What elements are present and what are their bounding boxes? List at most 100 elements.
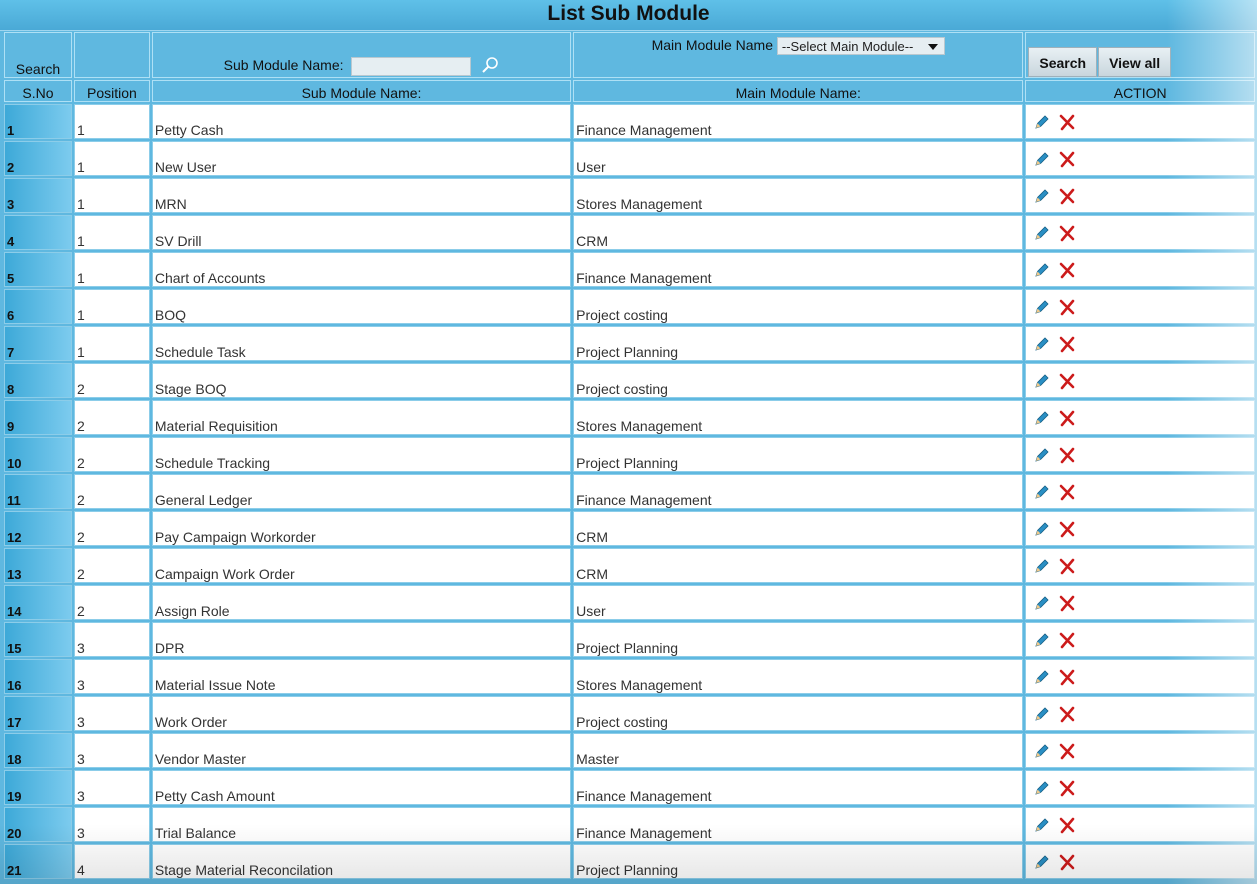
pencil-icon[interactable] xyxy=(1034,558,1050,577)
delete-x-icon[interactable] xyxy=(1058,705,1076,726)
delete-x-icon[interactable] xyxy=(1058,298,1076,319)
row-sno: 9 xyxy=(4,400,72,435)
delete-x-icon[interactable] xyxy=(1058,779,1076,800)
view-all-button[interactable]: View all xyxy=(1098,47,1172,77)
delete-x-icon[interactable] xyxy=(1058,446,1076,467)
delete-x-icon[interactable] xyxy=(1058,483,1076,504)
row-position: 2 xyxy=(73,548,150,583)
pencil-icon[interactable] xyxy=(1034,447,1050,466)
delete-x-icon[interactable] xyxy=(1058,853,1076,874)
delete-x-icon[interactable] xyxy=(1058,261,1076,282)
row-sub-module-name: General Ledger xyxy=(151,474,572,509)
column-header-row: S.No Position Sub Module Name: Main Modu… xyxy=(4,80,1255,102)
pencil-icon[interactable] xyxy=(1034,410,1050,429)
delete-x-icon[interactable] xyxy=(1058,150,1076,171)
row-main-module-name: Project costing xyxy=(573,363,1024,398)
pencil-icon[interactable] xyxy=(1034,706,1050,725)
row-sno: 20 xyxy=(4,807,72,842)
delete-x-icon[interactable] xyxy=(1058,668,1076,689)
delete-x-icon[interactable] xyxy=(1058,409,1076,430)
row-sub-module-name: Trial Balance xyxy=(151,807,572,842)
row-position: 2 xyxy=(73,363,150,398)
row-sno: 3 xyxy=(4,178,72,213)
row-actions xyxy=(1025,437,1255,472)
pencil-icon[interactable] xyxy=(1034,299,1050,318)
pencil-icon[interactable] xyxy=(1034,521,1050,540)
pencil-icon[interactable] xyxy=(1034,262,1050,281)
row-actions xyxy=(1025,585,1255,620)
sub-module-search-input[interactable] xyxy=(351,57,472,76)
row-actions xyxy=(1025,807,1255,842)
row-position: 3 xyxy=(73,807,150,842)
pencil-icon[interactable] xyxy=(1034,669,1050,688)
main-module-selected-value: --Select Main Module-- xyxy=(781,39,914,55)
row-sub-module-name: Stage Material Reconcilation xyxy=(151,844,572,879)
delete-x-icon[interactable] xyxy=(1058,335,1076,356)
row-position: 3 xyxy=(73,770,150,805)
row-sno: 2 xyxy=(4,141,72,176)
pencil-icon[interactable] xyxy=(1034,151,1050,170)
delete-x-icon[interactable] xyxy=(1058,594,1076,615)
search-icon[interactable] xyxy=(481,56,499,77)
row-sno: 8 xyxy=(4,363,72,398)
table-row: 4 1 SV Drill CRM xyxy=(4,215,1255,250)
col-header-sno: S.No xyxy=(4,80,72,102)
table-row: 15 3 DPR Project Planning xyxy=(4,622,1255,657)
row-sno: 17 xyxy=(4,696,72,731)
delete-x-icon[interactable] xyxy=(1058,187,1076,208)
delete-x-icon[interactable] xyxy=(1058,631,1076,652)
table-row: 5 1 Chart of Accounts Finance Management xyxy=(4,252,1255,287)
pencil-icon[interactable] xyxy=(1034,225,1050,244)
row-position: 2 xyxy=(73,400,150,435)
row-sno: 5 xyxy=(4,252,72,287)
row-position: 2 xyxy=(73,511,150,546)
search-row: Search Sub Module Name: Main Module Name xyxy=(4,32,1255,78)
search-button[interactable]: Search xyxy=(1028,47,1098,77)
row-sub-module-name: Schedule Tracking xyxy=(151,437,572,472)
pencil-icon[interactable] xyxy=(1034,817,1050,836)
delete-x-icon[interactable] xyxy=(1058,113,1076,134)
pencil-icon[interactable] xyxy=(1034,188,1050,207)
row-position: 2 xyxy=(73,474,150,509)
delete-x-icon[interactable] xyxy=(1058,224,1076,245)
pencil-icon[interactable] xyxy=(1034,854,1050,873)
pencil-icon[interactable] xyxy=(1034,484,1050,503)
row-position: 1 xyxy=(73,215,150,250)
col-header-position: Position xyxy=(73,80,150,102)
table-row: 9 2 Material Requisition Stores Management xyxy=(4,400,1255,435)
delete-x-icon[interactable] xyxy=(1058,742,1076,763)
row-actions xyxy=(1025,400,1255,435)
delete-x-icon[interactable] xyxy=(1058,520,1076,541)
main-module-select[interactable]: --Select Main Module-- xyxy=(776,37,945,56)
table-row: 12 2 Pay Campaign Workorder CRM xyxy=(4,511,1255,546)
row-sub-module-name: Vendor Master xyxy=(151,733,572,768)
pencil-icon[interactable] xyxy=(1034,373,1050,392)
row-main-module-name: Finance Management xyxy=(573,104,1024,139)
row-sub-module-name: Petty Cash xyxy=(151,104,572,139)
pencil-icon[interactable] xyxy=(1034,743,1050,762)
delete-x-icon[interactable] xyxy=(1058,557,1076,578)
main-module-filter-label: Main Module Name xyxy=(651,37,773,53)
col-header-sub-module: Sub Module Name: xyxy=(151,80,572,102)
pencil-icon[interactable] xyxy=(1034,632,1050,651)
row-position: 1 xyxy=(73,104,150,139)
delete-x-icon[interactable] xyxy=(1058,372,1076,393)
delete-x-icon[interactable] xyxy=(1058,816,1076,837)
row-main-module-name: User xyxy=(573,141,1024,176)
table-row: 17 3 Work Order Project costing xyxy=(4,696,1255,731)
row-main-module-name: Project Planning xyxy=(573,622,1024,657)
row-position: 2 xyxy=(73,585,150,620)
row-sno: 21 xyxy=(4,844,72,879)
table-row: 19 3 Petty Cash Amount Finance Management xyxy=(4,770,1255,805)
table-row: 16 3 Material Issue Note Stores Management xyxy=(4,659,1255,694)
search-spacer xyxy=(73,32,150,78)
pencil-icon[interactable] xyxy=(1034,780,1050,799)
row-position: 1 xyxy=(73,252,150,287)
pencil-icon[interactable] xyxy=(1034,595,1050,614)
table-row: 13 2 Campaign Work Order CRM xyxy=(4,548,1255,583)
row-actions xyxy=(1025,215,1255,250)
row-sub-module-name: Pay Campaign Workorder xyxy=(151,511,572,546)
pencil-icon[interactable] xyxy=(1034,336,1050,355)
pencil-icon[interactable] xyxy=(1034,114,1050,133)
row-actions xyxy=(1025,622,1255,657)
